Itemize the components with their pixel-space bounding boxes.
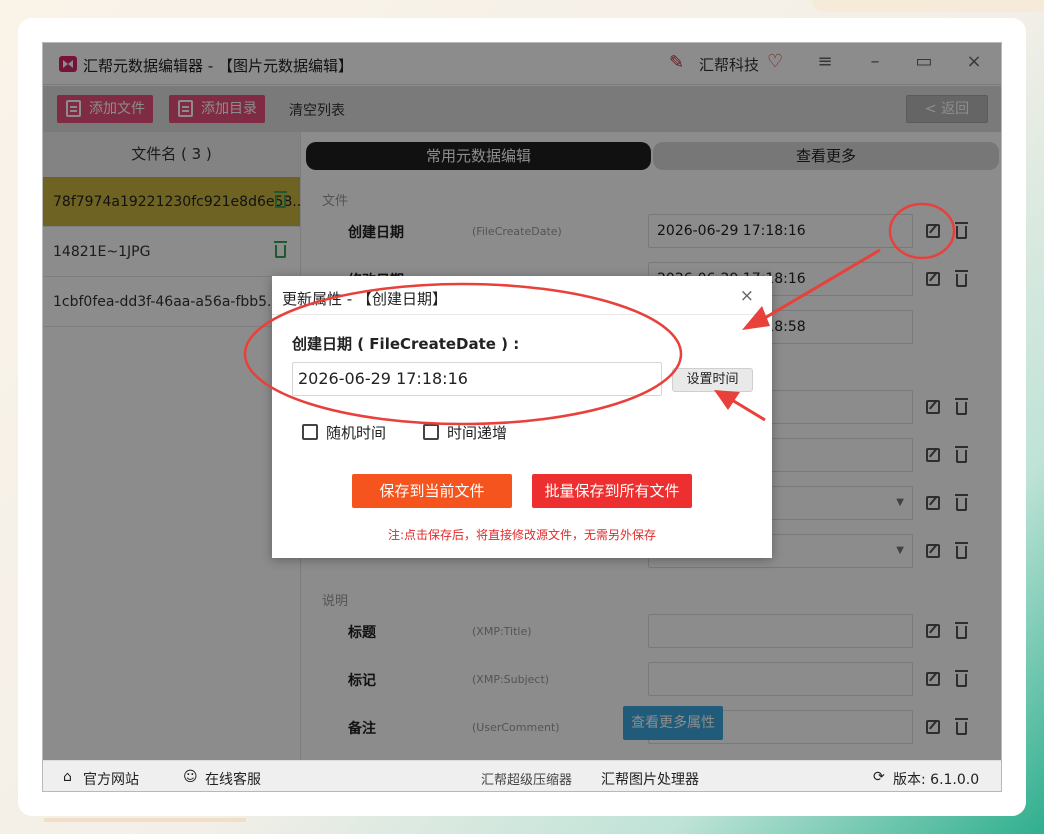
set-time-button[interactable]: 设置时间 xyxy=(672,368,753,392)
home-icon: ⌂ xyxy=(63,769,72,785)
close-icon[interactable]: × xyxy=(740,286,754,306)
dialog-field-label: 创建日期 ( FileCreateDate ) : xyxy=(292,335,520,353)
dialog-title: 更新属性 - 【创建日期】 xyxy=(282,290,447,308)
background-decoration xyxy=(812,0,1044,12)
date-input[interactable]: 2026-06-29 17:18:16 xyxy=(292,362,662,396)
save-note: 注:点击保存后，将直接修改源文件，无需另外保存 xyxy=(387,528,657,542)
service-link[interactable]: 在线客服 xyxy=(205,769,261,789)
update-property-dialog: 更新属性 - 【创建日期】 × 创建日期 ( FileCreateDate ) … xyxy=(272,276,772,558)
image-tool-link[interactable]: 汇帮图片处理器 xyxy=(601,769,699,789)
service-icon: ☺ xyxy=(183,769,198,785)
footer: ⌂ 官方网站 ☺ 在线客服 汇帮超级压缩器 汇帮图片处理器 ⟳ 版本: 6.1.… xyxy=(43,760,1001,791)
save-current-button[interactable]: 保存到当前文件 xyxy=(352,474,512,508)
random-time-label: 随机时间 xyxy=(326,424,387,442)
website-link[interactable]: 官方网站 xyxy=(83,769,139,789)
save-all-button[interactable]: 批量保存到所有文件 xyxy=(532,474,692,508)
refresh-icon: ⟳ xyxy=(873,769,885,785)
time-increment-label: 时间递增 xyxy=(447,424,508,442)
random-time-checkbox[interactable] xyxy=(302,424,318,440)
compressor-link[interactable]: 汇帮超级压缩器 xyxy=(481,769,572,788)
background-decoration xyxy=(44,818,246,822)
version-text: 版本: 6.1.0.0 xyxy=(893,772,980,788)
time-increment-checkbox[interactable] xyxy=(423,424,439,440)
divider xyxy=(272,314,772,315)
